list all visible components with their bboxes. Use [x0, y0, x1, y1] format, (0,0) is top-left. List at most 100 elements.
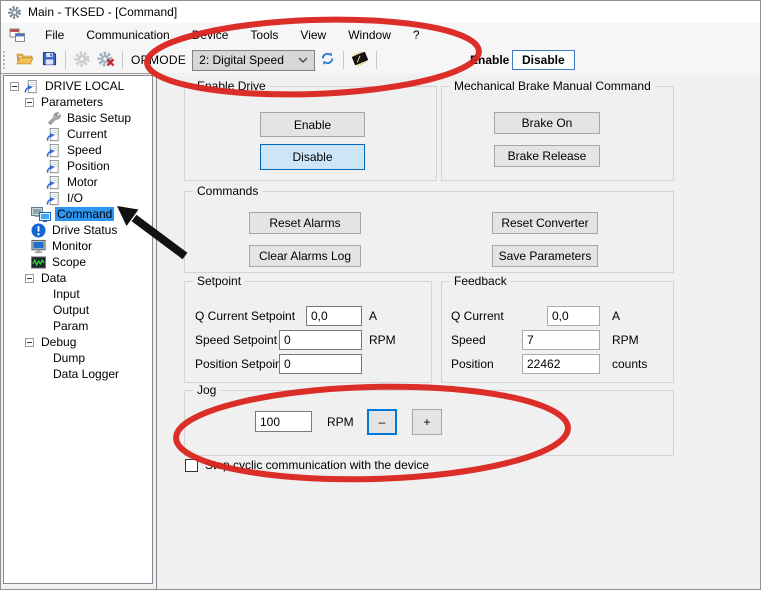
tree-item-label[interactable]: Speed	[65, 143, 104, 157]
menu-device[interactable]: Device	[181, 25, 240, 45]
opmode-combobox[interactable]: 2: Digital Speed	[192, 50, 315, 71]
reset-converter-button[interactable]: Reset Converter	[492, 212, 598, 234]
settings-gear-disabled-icon	[73, 50, 91, 71]
tree-item-speed[interactable]: Speed	[4, 142, 152, 158]
menu-bar: File Communication Device Tools View Win…	[1, 23, 760, 48]
q-current-feedback-value: 0,0	[547, 306, 600, 326]
tree-item-label[interactable]: Input	[51, 287, 82, 301]
open-button[interactable]	[13, 49, 37, 71]
tree-item-label[interactable]: Param	[51, 319, 90, 333]
stop-cyclic-row: Stop cyclic communication with the devic…	[185, 458, 429, 472]
tree-item-io[interactable]: I/O	[4, 190, 152, 206]
menu-window[interactable]: Window	[337, 25, 402, 45]
tree-item-label[interactable]: Scope	[50, 255, 88, 269]
tree-item-label[interactable]: Data	[39, 271, 68, 285]
tree-item-label[interactable]: Debug	[39, 335, 78, 349]
tree-item-command[interactable]: Command	[4, 206, 152, 222]
tree-item-label[interactable]: Dump	[51, 351, 87, 365]
tree-item-label[interactable]: Basic Setup	[65, 111, 133, 125]
tree-item-output[interactable]: Output	[4, 302, 152, 318]
tree-item-label[interactable]: Data Logger	[51, 367, 121, 381]
toolbar-separator	[376, 51, 377, 69]
settings-error-button[interactable]	[94, 49, 118, 71]
device-tree: DRIVE LOCAL Parameters Basic Setup Curre…	[3, 75, 153, 584]
tree-item-motor[interactable]: Motor	[4, 174, 152, 190]
tree-item-drive-status[interactable]: Drive Status	[4, 222, 152, 238]
page-icon	[46, 143, 62, 158]
tree-item-label[interactable]: I/O	[65, 191, 85, 205]
brake-on-button[interactable]: Brake On	[494, 112, 600, 134]
disable-button[interactable]: Disable	[260, 144, 365, 170]
tree-item-dump[interactable]: Dump	[4, 350, 152, 366]
tree-item-label[interactable]: Position	[65, 159, 112, 173]
q-current-setpoint-unit: A	[369, 306, 377, 326]
brake-group: Mechanical Brake Manual Command Brake On…	[441, 86, 674, 181]
speed-setpoint-label: Speed Setpoint	[195, 330, 277, 350]
tree-item-monitor[interactable]: Monitor	[4, 238, 152, 254]
toolbar-grip[interactable]	[3, 51, 8, 69]
settings-button-disabled[interactable]	[70, 49, 94, 71]
menu-tools[interactable]: Tools	[239, 25, 289, 45]
tree-item-debug[interactable]: Debug	[4, 334, 152, 350]
position-setpoint-input[interactable]	[279, 354, 362, 374]
collapse-expander-icon[interactable]	[10, 82, 19, 91]
collapse-expander-icon[interactable]	[25, 98, 34, 107]
tree-item-label[interactable]: Command	[55, 207, 114, 221]
collapse-expander-icon[interactable]	[25, 274, 34, 283]
tree-item-input[interactable]: Input	[4, 286, 152, 302]
tree-item-scope[interactable]: Scope	[4, 254, 152, 270]
toolbar-disable-toggle[interactable]: Disable	[512, 50, 575, 70]
wrench-icon	[46, 111, 62, 126]
tree-item-data-logger[interactable]: Data Logger	[4, 366, 152, 382]
save-button[interactable]	[37, 49, 61, 71]
setpoint-group-title: Setpoint	[193, 274, 245, 288]
brake-group-title: Mechanical Brake Manual Command	[450, 79, 655, 93]
tree-item-drive-local[interactable]: DRIVE LOCAL	[4, 78, 152, 94]
jog-speed-input[interactable]	[255, 411, 312, 432]
menu-help[interactable]: ?	[402, 25, 431, 45]
stop-cyclic-label: Stop cyclic communication with the devic…	[205, 458, 429, 472]
tree-item-label[interactable]: Monitor	[50, 239, 94, 253]
menu-communication[interactable]: Communication	[75, 25, 180, 45]
tree-item-label[interactable]: DRIVE LOCAL	[43, 79, 126, 93]
position-feedback-value: 22462	[522, 354, 600, 374]
tree-item-position[interactable]: Position	[4, 158, 152, 174]
enable-button[interactable]: Enable	[260, 112, 365, 137]
menu-view[interactable]: View	[289, 25, 337, 45]
jog-group-title: Jog	[193, 383, 220, 397]
tree-item-data[interactable]: Data	[4, 270, 152, 286]
clear-alarms-log-button[interactable]: Clear Alarms Log	[249, 245, 361, 267]
toolbar-separator	[65, 51, 66, 69]
tree-item-label[interactable]: Parameters	[39, 95, 105, 109]
app-window: Main - TKSED - [Command] File Communicat…	[0, 0, 761, 590]
q-current-setpoint-input[interactable]	[306, 306, 362, 326]
tree-item-current[interactable]: Current	[4, 126, 152, 142]
command-view: Enable Drive Enable Disable Mechanical B…	[156, 73, 761, 590]
refresh-button[interactable]	[315, 49, 339, 71]
jog-plus-button[interactable]: +	[412, 409, 442, 435]
tree-item-label[interactable]: Output	[51, 303, 91, 317]
tree-item-label[interactable]: Drive Status	[50, 223, 119, 237]
stop-cyclic-checkbox[interactable]	[185, 459, 198, 472]
q-current-setpoint-label: Q Current Setpoint	[195, 306, 295, 326]
save-parameters-button[interactable]: Save Parameters	[492, 245, 598, 267]
collapse-expander-icon[interactable]	[25, 338, 34, 347]
eeprom-button[interactable]	[348, 49, 372, 71]
toolbar-separator	[122, 51, 123, 69]
tree-item-param[interactable]: Param	[4, 318, 152, 334]
page-icon	[46, 127, 62, 142]
tree-item-label[interactable]: Motor	[65, 175, 100, 189]
reset-alarms-button[interactable]: Reset Alarms	[249, 212, 361, 234]
page-icon	[46, 175, 62, 190]
brake-release-button[interactable]: Brake Release	[494, 145, 600, 167]
tree-item-parameters[interactable]: Parameters	[4, 94, 152, 110]
mdi-child-icon[interactable]	[9, 28, 26, 43]
menu-file[interactable]: File	[34, 25, 75, 45]
toolbar-enable-button[interactable]: Enable	[466, 51, 513, 69]
speed-setpoint-input[interactable]	[279, 330, 362, 350]
jog-minus-button[interactable]: –	[367, 409, 397, 435]
tree-item-basic-setup[interactable]: Basic Setup	[4, 110, 152, 126]
tree-item-label[interactable]: Current	[65, 127, 109, 141]
monitor-icon	[31, 239, 47, 254]
toolbar-separator	[343, 51, 344, 69]
